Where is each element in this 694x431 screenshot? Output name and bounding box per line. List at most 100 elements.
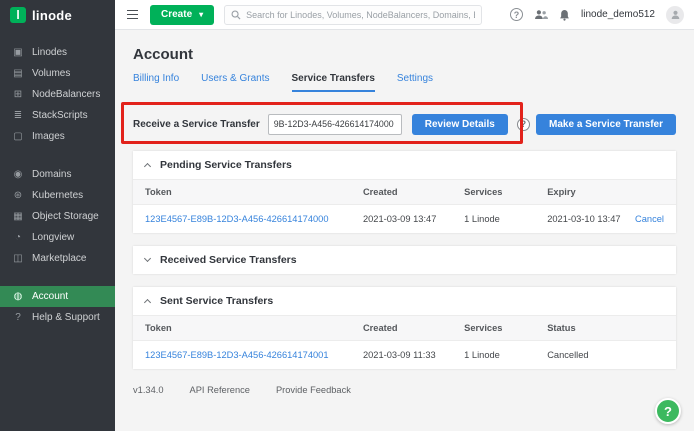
review-details-button[interactable]: Review Details: [412, 114, 508, 135]
sidebar-item-label: Linodes: [32, 47, 67, 58]
chevron-down-icon: [144, 255, 151, 262]
community-icon: [534, 9, 548, 20]
sidebar-item-nodebalancers[interactable]: ⊞ NodeBalancers: [0, 84, 115, 105]
help-chat-icon: ?: [664, 404, 672, 419]
transfer-token-input[interactable]: [268, 114, 402, 135]
sidebar-nav: ▣ Linodes ▤ Volumes ⊞ NodeBalancers ≣ St…: [0, 30, 115, 328]
sidebar-item-images[interactable]: ▢ Images: [0, 126, 115, 147]
help-support-icon: ?: [12, 313, 24, 323]
tab-service-transfers[interactable]: Service Transfers: [292, 73, 375, 92]
create-button-label: Create: [161, 9, 192, 20]
received-section-toggle[interactable]: Received Service Transfers: [133, 246, 676, 274]
make-service-transfer-button[interactable]: Make a Service Transfer: [536, 114, 676, 135]
column-token: Token: [145, 323, 363, 333]
linode-logo-icon: l: [10, 7, 26, 23]
column-services: Services: [464, 187, 547, 197]
sidebar-group-divider: [0, 147, 115, 164]
help-button[interactable]: ?: [510, 8, 523, 21]
sidebar-item-stackscripts[interactable]: ≣ StackScripts: [0, 105, 115, 126]
domains-icon: ◉: [12, 170, 24, 180]
column-created: Created: [363, 323, 464, 333]
received-section-title: Received Service Transfers: [160, 254, 297, 266]
sidebar-item-label: Volumes: [32, 68, 70, 79]
pending-transfers-section: Pending Service Transfers Token Created …: [133, 151, 676, 233]
object-storage-icon: ▦: [12, 212, 24, 222]
app-window: l linode ▣ Linodes ▤ Volumes ⊞ NodeBalan…: [0, 0, 694, 431]
column-created: Created: [363, 187, 464, 197]
version-label: v1.34.0: [133, 385, 164, 395]
sidebar-item-account[interactable]: ◍ Account: [0, 286, 115, 307]
stackscripts-icon: ≣: [12, 111, 24, 121]
sent-section-title: Sent Service Transfers: [160, 295, 273, 307]
main-area: Create ▾ ? linode_demo512: [115, 0, 694, 431]
provide-feedback-link[interactable]: Provide Feedback: [276, 385, 351, 395]
received-transfers-section: Received Service Transfers: [133, 246, 676, 274]
help-chat-button[interactable]: ?: [655, 398, 681, 424]
column-services: Services: [464, 323, 547, 333]
sidebar-item-label: Longview: [32, 232, 74, 243]
sidebar-item-label: Account: [32, 291, 68, 302]
column-status: Status: [547, 323, 664, 333]
nodebalancers-icon: ⊞: [12, 90, 24, 100]
sidebar-item-label: Images: [32, 131, 65, 142]
notifications-button[interactable]: [559, 9, 570, 21]
sidebar-item-linodes[interactable]: ▣ Linodes: [0, 42, 115, 63]
tab-billing-info[interactable]: Billing Info: [133, 73, 179, 92]
avatar-person-icon: [670, 9, 681, 20]
sidebar-item-kubernetes[interactable]: ⊛ Kubernetes: [0, 185, 115, 206]
sent-table-header: Token Created Services Status: [133, 315, 676, 341]
community-button[interactable]: [534, 9, 548, 20]
column-expiry: Expiry: [547, 187, 664, 197]
topbar-right: ? linode_demo512: [510, 6, 684, 24]
kubernetes-icon: ⊛: [12, 191, 24, 201]
table-row: 123E4567-E89B-12D3-A456-426614174001 202…: [133, 341, 676, 369]
search-input[interactable]: [246, 10, 475, 20]
pending-section-title: Pending Service Transfers: [160, 159, 292, 171]
cancel-transfer-link[interactable]: Cancel: [635, 214, 664, 224]
receive-transfer-form: Receive a Service Transfer Review Detail…: [133, 110, 676, 138]
sidebar-item-help-support[interactable]: ? Help & Support: [0, 307, 115, 328]
sent-services-cell: 1 Linode: [464, 350, 547, 360]
sidebar-item-label: Help & Support: [32, 312, 100, 323]
sidebar-item-label: Domains: [32, 169, 71, 180]
search-box: [224, 5, 482, 25]
sent-token-link[interactable]: 123E4567-E89B-12D3-A456-426614174001: [145, 350, 329, 360]
topbar: Create ▾ ? linode_demo512: [115, 0, 694, 30]
page-title: Account: [133, 46, 676, 63]
tab-settings[interactable]: Settings: [397, 73, 433, 92]
tab-users-grants[interactable]: Users & Grants: [201, 73, 269, 92]
column-token: Token: [145, 187, 363, 197]
sidebar-item-label: StackScripts: [32, 110, 88, 121]
sidebar-item-label: NodeBalancers: [32, 89, 100, 100]
sidebar: l linode ▣ Linodes ▤ Volumes ⊞ NodeBalan…: [0, 0, 115, 431]
sidebar-item-domains[interactable]: ◉ Domains: [0, 164, 115, 185]
marketplace-icon: ◫: [12, 254, 24, 264]
linode-logo[interactable]: l linode: [0, 0, 115, 30]
transfer-help-icon[interactable]: ?: [517, 118, 530, 131]
sent-transfers-section: Sent Service Transfers Token Created Ser…: [133, 287, 676, 369]
sidebar-item-marketplace[interactable]: ◫ Marketplace: [0, 248, 115, 269]
hamburger-menu-icon[interactable]: [125, 8, 140, 22]
sidebar-item-label: Object Storage: [32, 211, 99, 222]
search-icon: [231, 10, 241, 20]
username-menu[interactable]: linode_demo512: [581, 9, 655, 20]
sidebar-item-volumes[interactable]: ▤ Volumes: [0, 63, 115, 84]
pending-section-toggle[interactable]: Pending Service Transfers: [133, 151, 676, 179]
tab-bar: Billing Info Users & Grants Service Tran…: [133, 73, 676, 92]
sent-created-cell: 2021-03-09 11:33: [363, 350, 464, 360]
volumes-icon: ▤: [12, 69, 24, 79]
images-icon: ▢: [12, 132, 24, 142]
create-button[interactable]: Create ▾: [150, 5, 214, 25]
sidebar-item-object-storage[interactable]: ▦ Object Storage: [0, 206, 115, 227]
avatar[interactable]: [666, 6, 684, 24]
chevron-down-icon: ▾: [199, 10, 203, 19]
sidebar-item-longview[interactable]: ◔ Longview: [0, 227, 115, 248]
api-reference-link[interactable]: API Reference: [190, 385, 250, 395]
sent-section-toggle[interactable]: Sent Service Transfers: [133, 287, 676, 315]
pending-token-link[interactable]: 123E4567-E89B-12D3-A456-426614174000: [145, 214, 329, 224]
help-icon: ?: [510, 8, 523, 21]
chevron-up-icon: [144, 299, 151, 306]
pending-services-cell: 1 Linode: [464, 214, 547, 224]
pending-expiry-cell: 2021-03-10 13:47: [547, 214, 620, 224]
page-content: Account Billing Info Users & Grants Serv…: [115, 30, 694, 431]
